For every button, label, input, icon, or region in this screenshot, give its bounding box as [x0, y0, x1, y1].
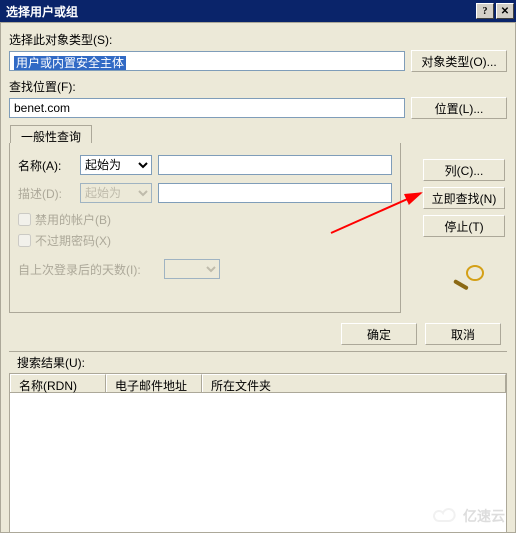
days-since-logon-label: 自上次登录后的天数(I):: [18, 261, 158, 278]
help-button[interactable]: ?: [476, 3, 494, 19]
col-folder[interactable]: 所在文件夹: [202, 374, 506, 392]
object-type-field[interactable]: 用户或内置安全主体: [9, 51, 405, 71]
description-combo: 起始为: [80, 183, 152, 203]
name-label: 名称(A):: [18, 157, 74, 174]
watermark: 亿速云: [431, 506, 505, 526]
search-results-label: 搜索结果(U):: [9, 351, 507, 373]
results-header: 名称(RDN) 电子邮件地址 所在文件夹: [9, 373, 507, 393]
disabled-accounts-checkbox: 禁用的帐户(B): [18, 211, 392, 228]
col-email[interactable]: 电子邮件地址: [106, 374, 202, 392]
locations-button[interactable]: 位置(L)...: [411, 97, 507, 119]
search-icon: [451, 263, 491, 294]
col-name[interactable]: 名称(RDN): [10, 374, 106, 392]
columns-button[interactable]: 列(C)...: [423, 159, 505, 181]
days-since-logon-combo: [164, 259, 220, 279]
location-field[interactable]: benet.com: [9, 98, 405, 118]
titlebar: 选择用户或组 ? ✕: [0, 0, 516, 22]
nonexpiring-password-checkbox: 不过期密码(X): [18, 232, 392, 249]
window-title: 选择用户或组: [2, 3, 474, 20]
name-combo[interactable]: 起始为: [80, 155, 152, 175]
tab-general-query[interactable]: 一般性查询: [10, 125, 92, 143]
stop-button[interactable]: 停止(T): [423, 215, 505, 237]
location-label: 查找位置(F):: [9, 78, 507, 95]
ok-button[interactable]: 确定: [341, 323, 417, 345]
object-types-button[interactable]: 对象类型(O)...: [411, 50, 507, 72]
find-now-button[interactable]: 立即查找(N): [423, 187, 505, 209]
close-button[interactable]: ✕: [496, 3, 514, 19]
name-input[interactable]: [158, 155, 392, 175]
cancel-button[interactable]: 取消: [425, 323, 501, 345]
dialog-body: 选择此对象类型(S): 用户或内置安全主体 对象类型(O)... 查找位置(F)…: [0, 22, 516, 533]
description-input[interactable]: [158, 183, 392, 203]
description-label: 描述(D):: [18, 185, 74, 202]
query-groupbox: 一般性查询 名称(A): 起始为 描述(D): 起始为 禁用的帐户(B) 不过期…: [9, 143, 401, 313]
object-type-label: 选择此对象类型(S):: [9, 31, 507, 48]
